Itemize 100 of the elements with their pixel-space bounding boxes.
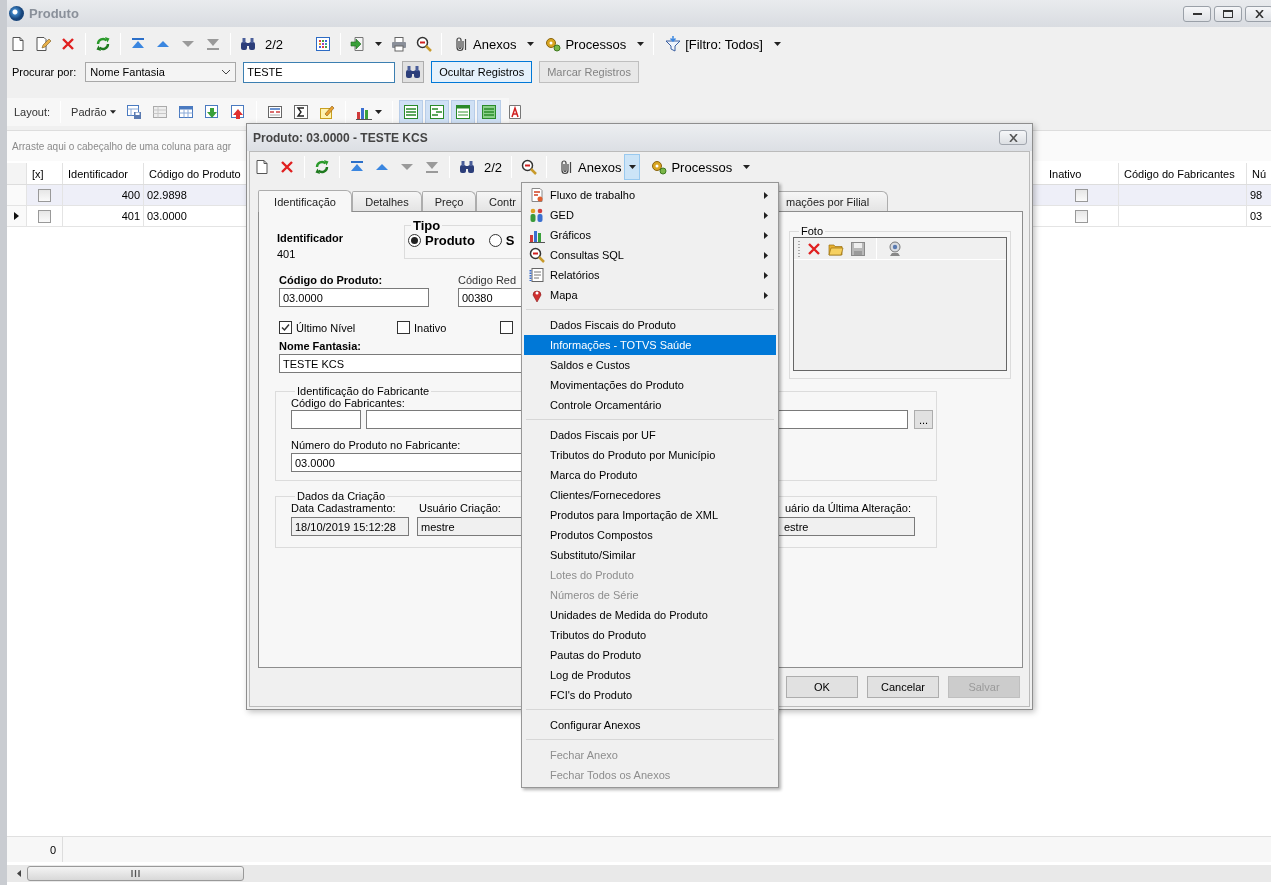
gears-icon[interactable] xyxy=(545,36,562,52)
layout-dropdown[interactable]: Padrão xyxy=(71,106,116,118)
caret-icon[interactable] xyxy=(527,42,535,46)
scrollbar-thumb[interactable] xyxy=(27,866,244,881)
tab[interactable]: Detalhes xyxy=(352,191,422,211)
caret-icon[interactable] xyxy=(743,165,751,169)
menu-item[interactable]: Consultas SQL xyxy=(524,245,776,265)
hide-records-button[interactable]: Ocultar Registros xyxy=(431,61,533,83)
close-button[interactable] xyxy=(1245,5,1271,22)
table-icon[interactable] xyxy=(480,104,497,120)
scroll-left-icon[interactable] xyxy=(17,870,21,877)
caret-icon[interactable] xyxy=(773,42,781,46)
input-field[interactable]: 18/10/2019 15:12:28 xyxy=(291,517,409,536)
filter-icon[interactable] xyxy=(665,36,682,52)
menu-item[interactable]: Unidades de Medida do Produto xyxy=(524,605,776,625)
edit-icon[interactable] xyxy=(35,36,51,52)
table-icon[interactable] xyxy=(402,104,419,120)
report-icon[interactable] xyxy=(506,104,523,120)
menu-item[interactable]: Controle Orcamentário xyxy=(524,395,776,415)
processes-button[interactable]: Processos xyxy=(543,32,629,56)
attachments-button[interactable]: Anexos xyxy=(451,32,519,56)
field-label: Identificador xyxy=(277,232,344,244)
caret-icon xyxy=(109,110,116,114)
color-grid-icon[interactable] xyxy=(315,36,332,52)
dropdown-button[interactable] xyxy=(624,154,641,180)
menu-item[interactable]: Tributos do Produto xyxy=(524,625,776,645)
gears-icon[interactable] xyxy=(651,159,668,175)
search-field[interactable]: TESTE xyxy=(243,61,396,83)
tab[interactable]: mações por Filial xyxy=(776,191,888,211)
new-document-icon[interactable] xyxy=(10,36,26,52)
save-icon[interactable] xyxy=(850,240,866,257)
last-record-icon[interactable] xyxy=(205,36,221,52)
processes-button[interactable]: Processos xyxy=(649,154,735,180)
checkbox[interactable] xyxy=(279,321,292,334)
ok-button[interactable]: OK xyxy=(786,676,858,698)
maximize-button[interactable] xyxy=(1214,5,1242,22)
minimize-button[interactable] xyxy=(1183,5,1211,22)
menu-item[interactable]: Dados Fiscais por UF xyxy=(524,425,776,445)
menu-item[interactable]: Movimentações do Produto xyxy=(524,375,776,395)
menu-item[interactable]: FCI's do Produto xyxy=(524,685,776,705)
radio-label: S xyxy=(505,233,515,248)
radio-label: Produto xyxy=(425,233,475,248)
import-icon[interactable] xyxy=(350,36,367,52)
input-field[interactable]: 03.0000 xyxy=(279,288,429,307)
columns-icon[interactable] xyxy=(266,104,283,120)
search-by-dropdown[interactable]: Nome Fantasia xyxy=(85,62,237,82)
menu-item[interactable]: Pautas do Produto xyxy=(524,645,776,665)
row-header[interactable] xyxy=(7,206,27,226)
radio-button[interactable] xyxy=(488,234,502,247)
webcam-icon[interactable] xyxy=(887,240,903,257)
sigma-icon[interactable] xyxy=(292,104,309,120)
table-icon[interactable] xyxy=(177,104,194,120)
filter-button[interactable]: [Filtro: Todos] xyxy=(663,32,765,56)
checkbox[interactable] xyxy=(38,209,51,223)
menu-item[interactable]: Substituto/Similar xyxy=(524,545,776,565)
checkbox[interactable] xyxy=(500,321,513,334)
menu-item[interactable]: Configurar Anexos xyxy=(524,715,776,735)
tab[interactable]: Identificação xyxy=(258,190,352,212)
cancel-button[interactable]: Cancelar xyxy=(867,676,939,698)
field-label: Número do Produto no Fabricante: xyxy=(291,439,461,451)
new-document-icon[interactable] xyxy=(254,159,270,175)
table-icon[interactable] xyxy=(428,104,445,120)
checkbox[interactable] xyxy=(397,321,410,334)
menu-item[interactable]: Fluxo de trabalho xyxy=(524,185,776,205)
menu-item[interactable]: Clientes/Fornecedores xyxy=(524,485,776,505)
search-icon[interactable] xyxy=(416,36,433,52)
caret-icon[interactable] xyxy=(637,42,645,46)
table-download-icon[interactable] xyxy=(203,104,220,120)
printer-icon[interactable] xyxy=(391,36,408,52)
refresh-icon[interactable] xyxy=(95,36,111,52)
table-save-icon[interactable] xyxy=(125,104,142,120)
tab[interactable]: Preço xyxy=(422,191,476,211)
caret-icon[interactable] xyxy=(374,110,382,114)
radio-button[interactable] xyxy=(408,234,421,247)
menu-item[interactable]: Dados Fiscais do Produto xyxy=(524,315,776,335)
workflow-icon xyxy=(529,187,545,203)
table-icon[interactable] xyxy=(454,104,471,120)
delete-icon[interactable] xyxy=(60,36,76,52)
menu-item[interactable]: Relatórios xyxy=(524,265,776,285)
search-icon[interactable] xyxy=(521,159,538,175)
menu-item[interactable]: Informações - TOTVS Saúde xyxy=(524,335,776,355)
delete-icon[interactable] xyxy=(279,159,295,175)
input-field[interactable] xyxy=(291,410,361,429)
menu-item[interactable]: Gráficos xyxy=(524,225,776,245)
attachments-button[interactable]: Anexos xyxy=(556,154,624,180)
menu-item[interactable]: GED xyxy=(524,205,776,225)
checkbox[interactable] xyxy=(1074,209,1088,223)
binoculars-icon[interactable] xyxy=(459,159,475,175)
checkbox[interactable] xyxy=(1074,188,1088,202)
close-button[interactable] xyxy=(999,130,1027,145)
refresh-icon[interactable] xyxy=(314,159,330,175)
browse-button[interactable]: ... xyxy=(914,410,933,429)
binoculars-icon[interactable] xyxy=(240,36,256,52)
highlighter-icon[interactable] xyxy=(318,104,335,120)
delete-icon[interactable] xyxy=(806,240,822,257)
table-upload-icon[interactable] xyxy=(229,104,246,120)
caret-icon[interactable] xyxy=(375,42,383,46)
last-record-icon[interactable] xyxy=(424,159,440,175)
checkbox[interactable] xyxy=(38,188,51,202)
menu-item[interactable]: Log de Produtos xyxy=(524,665,776,685)
